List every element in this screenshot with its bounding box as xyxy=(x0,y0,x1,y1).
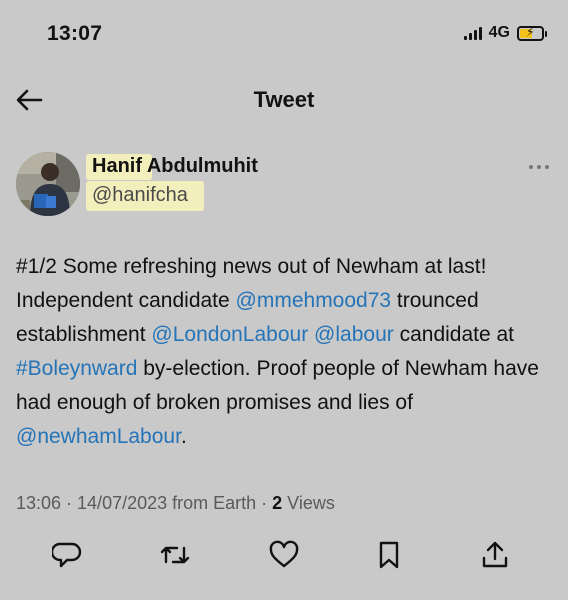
retweet-button[interactable] xyxy=(160,540,190,570)
views-label: Views xyxy=(282,493,335,513)
tweet-text-segment: . xyxy=(180,425,187,448)
share-button[interactable] xyxy=(480,540,510,570)
more-button[interactable] xyxy=(528,158,550,174)
tweet-link[interactable]: #Boleynward xyxy=(16,357,137,380)
more-horizontal-icon xyxy=(529,165,549,169)
tweet-link[interactable]: @newhamLabour xyxy=(16,425,181,448)
avatar-image xyxy=(16,152,80,216)
share-icon xyxy=(482,541,508,568)
tweet-text-segment: candidate at xyxy=(393,323,515,346)
tweet-link[interactable]: @labour xyxy=(314,323,394,346)
status-bar: 13:07 4G ⚡ xyxy=(0,0,568,70)
network-type: 4G xyxy=(488,24,510,41)
views-count: 2 xyxy=(272,493,283,513)
tweet-link[interactable]: @mmehmood73 xyxy=(236,289,392,312)
bookmark-button[interactable] xyxy=(374,540,404,570)
page-title: Tweet xyxy=(253,87,315,112)
status-time: 13:07 xyxy=(47,22,103,45)
tweet-author: Hanif Abdulmuhit @hanifcha xyxy=(16,150,552,220)
signal-icon xyxy=(463,26,482,40)
battery-icon: ⚡ xyxy=(517,25,547,41)
tweet-timestamp[interactable]: 13:06 · 14/07/2023 from Earth · xyxy=(16,493,272,513)
action-bar xyxy=(0,534,568,574)
header: Tweet xyxy=(0,78,568,120)
tweet-meta: 13:06 · 14/07/2023 from Earth · 2 Views xyxy=(16,493,335,514)
retweet-icon xyxy=(160,546,190,564)
like-button[interactable] xyxy=(269,540,299,570)
bookmark-icon xyxy=(379,541,399,569)
reply-icon xyxy=(50,542,82,568)
tweet-link[interactable]: @LondonLabour xyxy=(151,323,308,346)
tweet-text: #1/2 Some refreshing news out of Newham … xyxy=(16,250,556,454)
reply-button[interactable] xyxy=(50,540,82,570)
avatar[interactable] xyxy=(16,152,80,216)
author-display-name[interactable]: Hanif Abdulmuhit xyxy=(92,155,258,178)
heart-icon xyxy=(269,540,299,568)
status-indicators: 4G ⚡ xyxy=(463,24,547,42)
author-handle[interactable]: @hanifcha xyxy=(92,184,188,207)
